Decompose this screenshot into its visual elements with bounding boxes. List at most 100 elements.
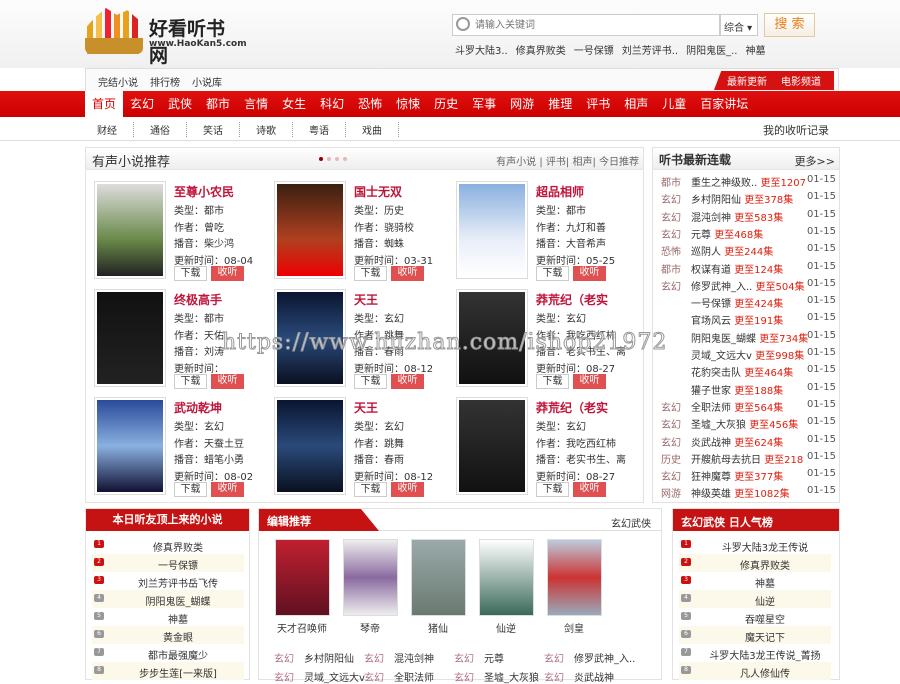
download-button[interactable]: 下载 [354, 374, 387, 389]
rank-title[interactable]: 斗罗大陆3龙王传说 [699, 539, 831, 554]
list-category[interactable]: 玄幻 [454, 650, 474, 665]
item-title[interactable]: 开艘航母去抗日 [691, 455, 761, 466]
item-title[interactable]: 神级英雄 [691, 489, 731, 500]
item-name[interactable]: 开艘航母去抗日 更至218 [691, 451, 803, 466]
item-name[interactable]: 灵域_文远大v 更至998集 [691, 347, 804, 362]
book-title[interactable]: 天王 [354, 291, 439, 308]
list-category[interactable]: 玄幻 [274, 669, 294, 684]
nav-tab[interactable]: 网游 [503, 91, 541, 117]
top-nav-link[interactable]: 小说库 [192, 74, 222, 89]
book-title[interactable]: 莽荒纪（老实 [536, 399, 621, 416]
rank-item[interactable]: 5 吞噬星空 [679, 608, 831, 626]
item-title[interactable]: 一号保镖 [691, 299, 731, 310]
list-item[interactable]: 官场风云 更至191集 01-15 [661, 312, 836, 329]
rank-item[interactable]: 8 步步生莲[一来版] [92, 662, 244, 680]
hot-word-link[interactable]: 刘兰芳评书.. [622, 42, 678, 57]
top-nav-link[interactable]: 排行榜 [150, 74, 180, 89]
pick-cover[interactable] [343, 539, 398, 616]
list-title[interactable]: 全职法师 [394, 669, 434, 684]
pick-title[interactable]: 琴帝 [340, 620, 400, 635]
download-button[interactable]: 下载 [174, 482, 207, 497]
list-title[interactable]: 乡村阴阳仙 [304, 650, 354, 665]
sub-nav-link[interactable]: 通俗 [150, 122, 187, 137]
list-item[interactable]: 玄幻 全职法师 更至564集 01-15 [661, 399, 836, 416]
rank-title[interactable]: 修真界败类 [112, 539, 244, 554]
nav-tab[interactable]: 首页 [85, 91, 124, 117]
pick-title[interactable]: 剑皇 [544, 620, 604, 635]
sub-nav-link[interactable]: 笑话 [203, 122, 240, 137]
list-category[interactable]: 玄幻 [364, 669, 384, 684]
rank-title[interactable]: 神墓 [699, 575, 831, 590]
list-item[interactable]: 花豹突击队 更至464集 01-15 [661, 364, 836, 381]
item-title[interactable]: 狂神魔尊 [691, 472, 731, 483]
list-item[interactable]: 玄幻 狂神魔尊 更至377集 01-15 [661, 468, 836, 485]
list-title[interactable]: 混沌剑神 [394, 650, 434, 665]
rank-item[interactable]: 2 一号保镖 [92, 554, 244, 572]
book-title[interactable]: 天王 [354, 399, 439, 416]
nav-tab[interactable]: 女生 [275, 91, 313, 117]
rank-item[interactable]: 7 斗罗大陆3龙王传说_菁扬 [679, 644, 831, 662]
nav-tab[interactable]: 科幻 [313, 91, 351, 117]
listen-button[interactable]: 收听 [211, 374, 244, 389]
download-button[interactable]: 下载 [536, 266, 569, 281]
item-name[interactable]: 重生之神级败.. 更至1207 [691, 174, 806, 189]
item-category[interactable]: 玄幻 [661, 226, 681, 241]
list-item[interactable]: 历史 开艘航母去抗日 更至218 01-15 [661, 451, 836, 468]
listen-button[interactable]: 收听 [211, 266, 244, 281]
item-category[interactable]: 都市 [661, 261, 681, 276]
book-cover[interactable] [94, 397, 166, 495]
list-title[interactable]: 炎武战神 [574, 669, 614, 684]
nav-tab[interactable]: 推理 [541, 91, 579, 117]
item-name[interactable]: 獾子世家 更至188集 [691, 382, 783, 397]
item-category[interactable]: 恐怖 [661, 243, 681, 258]
sub-nav-link[interactable]: 粤语 [309, 122, 346, 137]
item-title[interactable]: 权谋有道 [691, 265, 731, 276]
item-title[interactable]: 修罗武神_入.. [691, 282, 752, 293]
list-item[interactable]: 恐怖 巡阴人 更至244集 01-15 [661, 243, 836, 260]
pick-title[interactable]: 猪仙 [408, 620, 468, 635]
sub-nav-link[interactable]: 戏曲 [362, 122, 399, 137]
list-item[interactable]: 玄幻 炎武战神 更至624集 01-15 [661, 434, 836, 451]
item-name[interactable]: 巡阴人 更至244集 [691, 243, 773, 258]
hot-word-link[interactable]: 神墓 [745, 42, 765, 57]
listen-button[interactable]: 收听 [391, 482, 424, 497]
listen-button[interactable]: 收听 [391, 266, 424, 281]
list-item[interactable]: 网游 神级英雄 更至1082集 01-15 [661, 485, 836, 502]
rank-title[interactable]: 步步生莲[一来版] [112, 665, 244, 680]
pick-cover[interactable] [547, 539, 602, 616]
item-category[interactable]: 历史 [661, 451, 681, 466]
rank-title[interactable]: 魔天记下 [699, 629, 831, 644]
rank-item[interactable]: 6 魔天记下 [679, 626, 831, 644]
nav-tab[interactable]: 相声 [617, 91, 655, 117]
nav-tab[interactable]: 军事 [465, 91, 503, 117]
item-name[interactable]: 狂神魔尊 更至377集 [691, 468, 783, 483]
item-title[interactable]: 炎武战神 [691, 438, 731, 449]
item-category[interactable]: 玄幻 [661, 209, 681, 224]
item-name[interactable]: 花豹突击队 更至464集 [691, 364, 793, 379]
top-nav-link[interactable]: 完结小说 [98, 74, 138, 89]
item-name[interactable]: 一号保镖 更至424集 [691, 295, 783, 310]
hot-word-link[interactable]: 阴阳鬼医_.. [686, 42, 737, 57]
pick-title[interactable]: 天才召唤师 [272, 620, 332, 635]
download-button[interactable]: 下载 [174, 266, 207, 281]
rank-title[interactable]: 仙逆 [699, 593, 831, 608]
book-cover[interactable] [456, 397, 528, 495]
book-cover[interactable] [274, 181, 346, 279]
rank-title[interactable]: 修真界败类 [699, 557, 831, 572]
item-title[interactable]: 圣墟_大灰狼 [691, 420, 746, 431]
list-item[interactable]: 都市 重生之神级败.. 更至1207 01-15 [661, 174, 836, 191]
recommend-links[interactable]: 有声小说 | 评书| 相声| 今日推荐 [496, 153, 639, 168]
nav-tab[interactable]: 都市 [199, 91, 237, 117]
rank-title[interactable]: 黄金眼 [112, 629, 244, 644]
nav-tab[interactable]: 恐怖 [351, 91, 389, 117]
item-title[interactable]: 巡阴人 [691, 247, 721, 258]
search-input[interactable] [475, 17, 715, 33]
top-nav-link[interactable]: 最新更新 [727, 73, 767, 88]
book-cover[interactable] [456, 181, 528, 279]
item-category[interactable]: 玄幻 [661, 399, 681, 414]
list-category[interactable]: 玄幻 [364, 650, 384, 665]
sub-nav-link[interactable]: 诗歌 [256, 122, 293, 137]
more-link[interactable]: 更多>> [795, 153, 835, 169]
pick-title[interactable]: 仙逆 [476, 620, 536, 635]
list-category[interactable]: 玄幻 [274, 650, 294, 665]
